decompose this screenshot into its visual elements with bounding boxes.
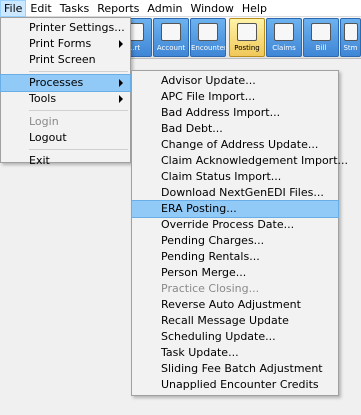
menu-item-sliding-fee-batch-adjustment[interactable]: Sliding Fee Batch Adjustment: [132, 361, 338, 377]
menu-help[interactable]: Help: [238, 0, 271, 17]
menu-item-advisor-update[interactable]: Advisor Update...: [132, 73, 338, 89]
menu-item-label: Logout: [29, 131, 67, 144]
posting-icon: [237, 23, 257, 41]
menu-item-bad-address-import[interactable]: Bad Address Import...: [132, 105, 338, 121]
menu-item-exit[interactable]: Exit: [1, 153, 130, 169]
menu-admin[interactable]: Admin: [143, 0, 186, 17]
menu-item-label: Exit: [29, 154, 50, 167]
menu-item-print-screen[interactable]: Print Screen: [1, 52, 130, 68]
menu-item-claim-status-import[interactable]: Claim Status Import...: [132, 169, 338, 185]
menu-item-task-update[interactable]: Task Update...: [132, 345, 338, 361]
submenu-arrow-icon: [119, 95, 123, 103]
toolbar-account-button[interactable]: Account: [153, 18, 189, 57]
menu-separator: [29, 110, 128, 111]
menu-file[interactable]: File: [0, 0, 27, 17]
toolbar-claims-label: Claims: [272, 44, 296, 52]
file-menu: Printer Settings... Print Forms Print Sc…: [0, 17, 131, 167]
menu-separator: [29, 71, 128, 72]
menu-item-pending-rentals[interactable]: Pending Rentals...: [132, 249, 338, 265]
toolbar-account-label: Account: [156, 44, 186, 52]
menu-window[interactable]: Window: [186, 0, 237, 17]
menu-item-pending-charges[interactable]: Pending Charges...: [132, 233, 338, 249]
menu-item-recall-message-update[interactable]: Recall Message Update: [132, 313, 338, 329]
menu-item-label: Print Forms: [29, 37, 92, 50]
menu-item-print-forms[interactable]: Print Forms: [1, 36, 130, 52]
menu-item-logout[interactable]: Logout: [1, 130, 130, 146]
menu-reports[interactable]: Reports: [93, 0, 143, 17]
toolbar-claims-button[interactable]: Claims: [266, 18, 302, 57]
app-window: File Edit Tasks Reports Admin Window Hel…: [0, 0, 361, 415]
menu-tasks[interactable]: Tasks: [56, 0, 93, 17]
menu-item-unapplied-encounter-credits[interactable]: Unapplied Encounter Credits: [132, 377, 338, 393]
toolbar-encounter-label: Encounter: [191, 44, 225, 52]
menu-item-person-merge[interactable]: Person Merge...: [132, 265, 338, 281]
menu-item-download-nextgenedi-files[interactable]: Download NextGenEDI Files...: [132, 185, 338, 201]
submenu-arrow-icon: [119, 79, 123, 87]
menu-item-printer-settings[interactable]: Printer Settings...: [1, 20, 130, 36]
menu-edit[interactable]: Edit: [26, 0, 55, 17]
menu-item-change-of-address-update[interactable]: Change of Address Update...: [132, 137, 338, 153]
statement-icon: [343, 23, 358, 41]
menu-item-label: Print Screen: [29, 53, 96, 66]
menu-item-claim-acknowledgement-import[interactable]: Claim Acknowledgement Import...: [132, 153, 348, 169]
menu-bar: File Edit Tasks Reports Admin Window Hel…: [0, 0, 361, 17]
menu-item-label: Printer Settings...: [29, 21, 125, 34]
menu-item-bad-debt[interactable]: Bad Debt...: [132, 121, 338, 137]
menu-item-override-process-date[interactable]: Override Process Date...: [132, 217, 338, 233]
toolbar-statement-label: Stm: [343, 44, 358, 52]
menu-separator: [29, 149, 128, 150]
bill-icon: [311, 23, 331, 41]
toolbar-statement-button[interactable]: Stm: [340, 18, 361, 57]
menu-item-processes[interactable]: Processes: [0, 74, 131, 92]
claims-icon: [274, 23, 294, 41]
menu-item-label: Tools: [29, 92, 57, 105]
menu-item-tools[interactable]: Tools: [1, 91, 130, 107]
submenu-arrow-icon: [119, 40, 123, 48]
toolbar-encounter-button[interactable]: Encounter: [190, 18, 226, 57]
encounter-icon: [198, 23, 218, 41]
processes-submenu: Advisor Update... APC File Import... Bad…: [131, 70, 348, 396]
menu-item-apc-file-import[interactable]: APC File Import...: [132, 89, 338, 105]
menu-item-era-posting[interactable]: ERA Posting...: [131, 200, 339, 218]
toolbar-posting-button[interactable]: Posting: [229, 18, 265, 57]
toolbar-bill-label: Bill: [315, 44, 327, 52]
toolbar-posting-label: Posting: [234, 44, 260, 52]
menu-item-scheduling-update[interactable]: Scheduling Update...: [132, 329, 338, 345]
menu-item-practice-closing: Practice Closing...: [161, 282, 260, 295]
menu-item-label: Login: [29, 115, 59, 128]
menu-item-reverse-auto-adjustment[interactable]: Reverse Auto Adjustment: [132, 297, 338, 313]
menu-item-label: Processes: [29, 76, 84, 89]
menu-item-login: Login: [1, 114, 130, 130]
account-icon: [161, 23, 181, 41]
toolbar-bill-button[interactable]: Bill: [303, 18, 339, 57]
